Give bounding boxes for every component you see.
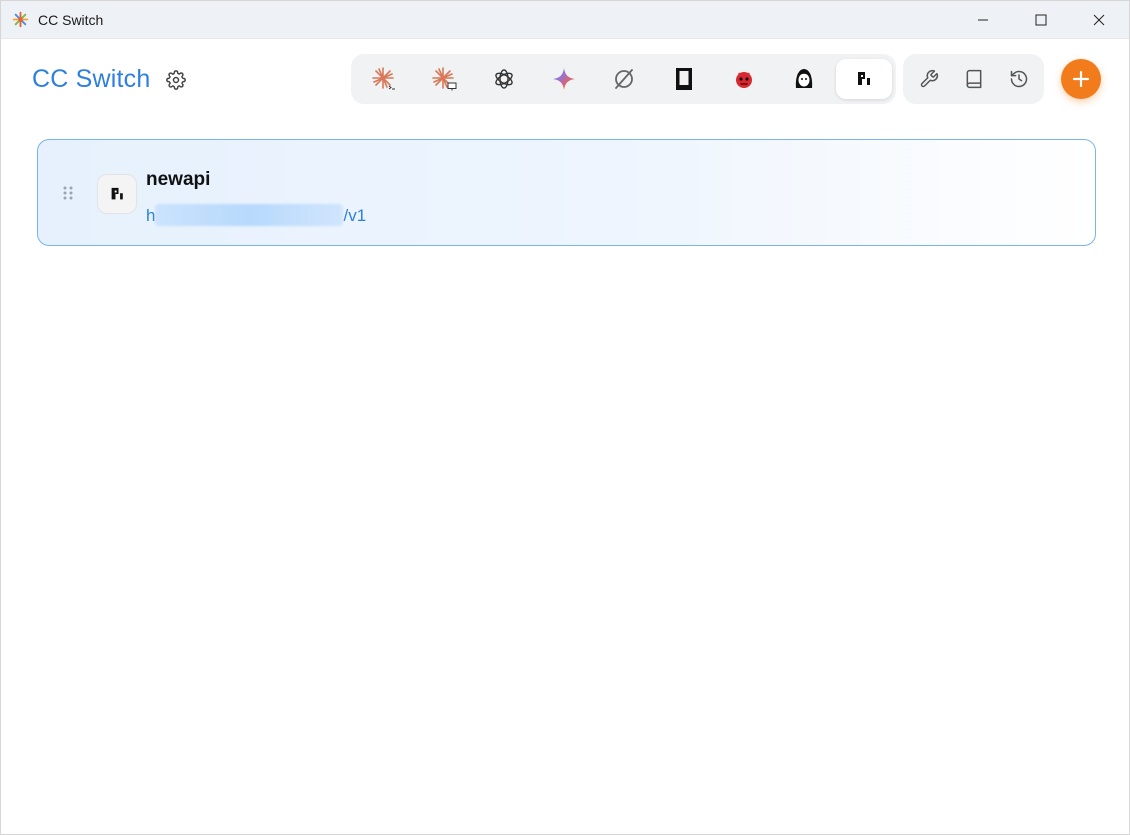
tab-codex[interactable] — [476, 59, 532, 99]
history-icon — [1010, 70, 1028, 88]
tab-gemini[interactable] — [536, 59, 592, 99]
newapi-logo-icon — [111, 187, 123, 200]
provider-icon — [97, 174, 137, 214]
tab-newapi[interactable] — [836, 59, 892, 99]
minimize-icon — [978, 19, 988, 20]
tab-qwen[interactable] — [776, 59, 832, 99]
maximize-icon — [1035, 14, 1047, 25]
app-logo-icon — [12, 11, 29, 28]
claude-terminal-icon — [372, 67, 395, 90]
window-title: CC Switch — [38, 12, 104, 28]
docs-button[interactable] — [959, 65, 989, 93]
app-window: CC Switch CC Switch newapi h /v1 — [0, 0, 1130, 835]
character-avatar-icon — [795, 69, 813, 88]
red-bot-icon — [736, 72, 752, 88]
book-icon — [966, 69, 982, 89]
tab-claude-desktop[interactable] — [416, 59, 472, 99]
newapi-logo-icon — [858, 72, 870, 85]
add-provider-button[interactable] — [1061, 59, 1101, 99]
tab-droid[interactable] — [716, 59, 772, 99]
provider-url-link[interactable]: h/v1 — [146, 204, 366, 226]
minimize-button[interactable] — [954, 1, 1012, 38]
redacted-url-mask — [155, 204, 344, 226]
provider-url-suffix: /v1 — [343, 206, 367, 225]
brand-title[interactable]: CC Switch — [32, 65, 151, 94]
history-button[interactable] — [1004, 65, 1034, 93]
openai-icon — [495, 69, 513, 89]
gemini-icon — [553, 68, 575, 90]
gear-icon — [166, 70, 186, 90]
opencode-icon — [615, 69, 633, 89]
title-bar: CC Switch — [1, 1, 1129, 39]
provider-card[interactable]: newapi h/v1 — [37, 139, 1096, 246]
maximize-button[interactable] — [1012, 1, 1070, 38]
plus-icon — [1072, 70, 1090, 88]
drag-handle-icon[interactable] — [62, 185, 74, 201]
claude-desktop-icon — [432, 67, 457, 91]
settings-button[interactable] — [163, 67, 189, 93]
provider-name: newapi — [146, 169, 211, 190]
tab-claude-code[interactable] — [356, 59, 412, 99]
tools-button[interactable] — [914, 65, 944, 93]
tab-opencode[interactable] — [596, 59, 652, 99]
wrench-icon — [920, 69, 939, 88]
provider-url-prefix: h — [146, 206, 156, 225]
app-switcher — [351, 54, 896, 104]
tools-group — [903, 54, 1044, 104]
terminal-box-icon — [676, 68, 692, 90]
tab-kiro[interactable] — [656, 59, 712, 99]
close-icon — [1093, 14, 1105, 25]
close-button[interactable] — [1070, 1, 1128, 38]
